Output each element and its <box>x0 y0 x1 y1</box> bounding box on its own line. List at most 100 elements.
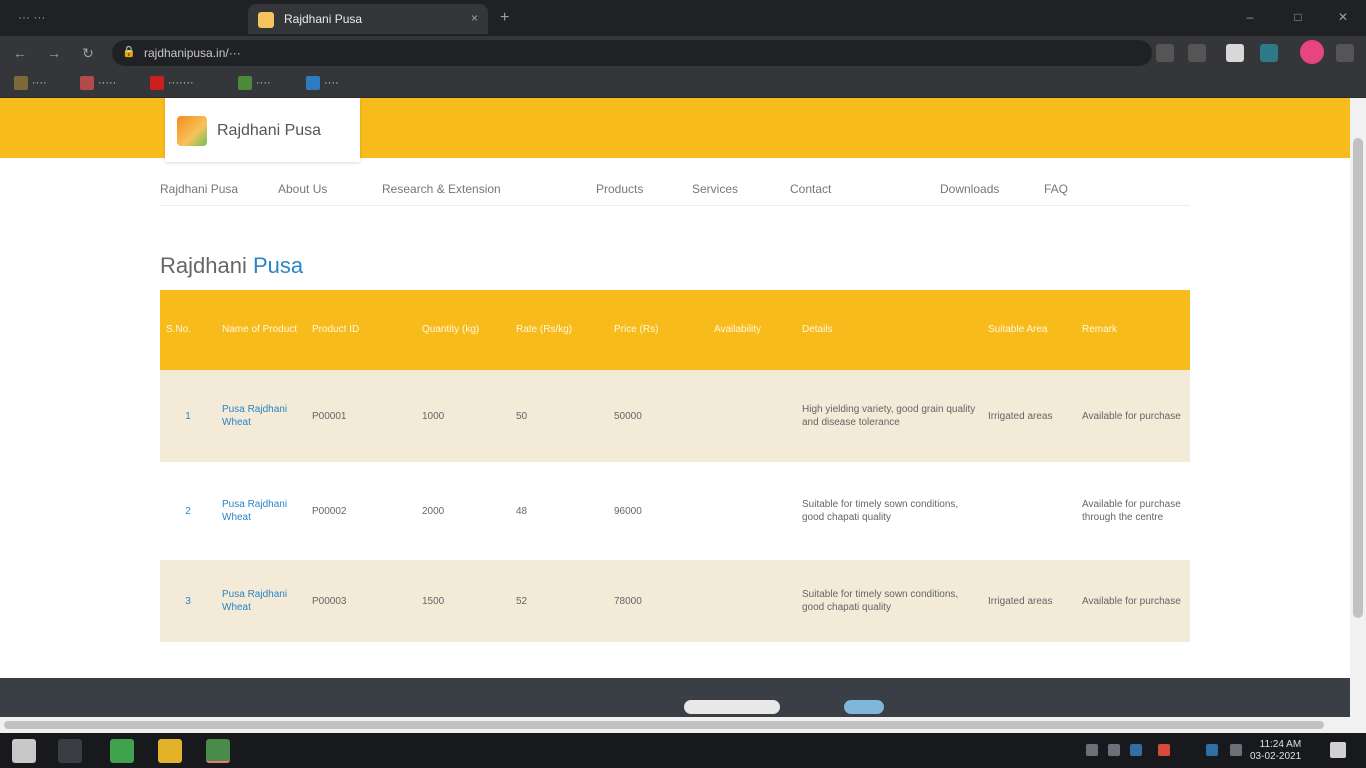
star-icon[interactable] <box>1156 44 1174 62</box>
main-menu: Rajdhani Pusa About Us Research & Extens… <box>160 176 1190 206</box>
clock-date: 03-02-2021 <box>1250 751 1302 762</box>
col-header: Rate (Rs/kg) <box>516 324 573 335</box>
tab-close-icon[interactable]: × <box>471 11 478 25</box>
browser-toolbar: ← → ↻ 🔒 rajdhanipusa.in/··· <box>0 36 1366 70</box>
bookmark-item[interactable]: ···· <box>306 76 339 92</box>
cell-rate: 48 <box>516 505 528 517</box>
cell-availability <box>708 370 796 462</box>
site-footer <box>0 678 1350 718</box>
cell-details: High yielding variety, good grain qualit… <box>802 404 976 428</box>
horizontal-scrollbar[interactable] <box>0 717 1350 733</box>
cell-id: P00002 <box>312 505 347 517</box>
bookmark-item[interactable]: ····· <box>80 76 116 92</box>
cell-remark: Available for purchase through the centr… <box>1082 499 1181 523</box>
menu-item-research[interactable]: Research & Extension <box>382 182 501 196</box>
page-title: Rajdhani Pusa <box>160 253 303 279</box>
cell-availability <box>708 560 796 642</box>
tray-icon[interactable] <box>1130 744 1142 756</box>
cell-name[interactable]: Pusa Rajdhani Wheat <box>216 370 306 462</box>
forward-icon[interactable]: → <box>44 44 64 62</box>
col-header: Name of Product <box>222 324 298 335</box>
menu-item-about[interactable]: About Us <box>278 182 327 196</box>
site-logo[interactable]: Rajdhani Pusa <box>165 98 360 162</box>
window-close-icon[interactable]: ✕ <box>1335 10 1351 24</box>
cell-qty: 1500 <box>422 595 445 607</box>
tab-strip-hint: ··· ··· <box>18 10 46 24</box>
notification-icon[interactable] <box>1330 742 1346 758</box>
col-header: Quantity (kg) <box>422 324 480 335</box>
cell-qty: 2000 <box>422 505 445 517</box>
menu-item-faq[interactable]: FAQ <box>1044 182 1068 196</box>
browser-titlebar: ··· ··· Rajdhani Pusa × + – □ ✕ <box>0 0 1366 36</box>
menu-item-services[interactable]: Services <box>692 182 738 196</box>
menu-item-products[interactable]: Products <box>596 182 643 196</box>
url-text: rajdhanipusa.in/··· <box>144 46 241 60</box>
extension-icon[interactable] <box>1188 44 1206 62</box>
col-header: Details <box>802 324 833 335</box>
cell-name[interactable]: Pusa Rajdhani Wheat <box>216 560 306 642</box>
cell-price: 78000 <box>614 595 642 607</box>
menu-item-contact[interactable]: Contact <box>790 182 831 196</box>
cell-area: Irrigated areas <box>988 410 1053 422</box>
cell-area: Irrigated areas <box>988 595 1053 607</box>
address-bar[interactable]: 🔒 rajdhanipusa.in/··· <box>112 40 1152 66</box>
col-header: Product ID <box>312 324 360 335</box>
volume-icon[interactable] <box>1230 744 1242 756</box>
bookmark-item[interactable]: ···· <box>238 76 271 92</box>
cell-availability <box>708 462 796 560</box>
horizontal-scrollbar-thumb[interactable] <box>4 721 1324 729</box>
menu-icon[interactable] <box>1336 44 1354 62</box>
tray-icon[interactable] <box>1108 744 1120 756</box>
start-icon[interactable] <box>12 739 36 763</box>
cell-sno[interactable]: 3 <box>160 560 216 642</box>
cell-remark: Available for purchase <box>1082 410 1181 422</box>
bookmark-item[interactable]: ······· <box>150 76 194 92</box>
extension-icon-2[interactable] <box>1226 44 1244 62</box>
clock-time: 11:24 AM <box>1259 739 1302 750</box>
page-title-plain: Rajdhani <box>160 253 247 278</box>
favicon-icon <box>258 12 274 28</box>
extension-icon-3[interactable] <box>1260 44 1278 62</box>
reload-icon[interactable]: ↻ <box>78 44 98 62</box>
back-icon[interactable]: ← <box>10 44 30 62</box>
app-icon-chrome[interactable] <box>110 739 134 763</box>
tray-icon[interactable] <box>1158 744 1170 756</box>
menu-item-home[interactable]: Rajdhani Pusa <box>160 182 238 196</box>
cell-sno[interactable]: 1 <box>160 370 216 462</box>
profile-avatar[interactable] <box>1300 40 1324 64</box>
table-row: 2 Pusa Rajdhani Wheat P00002 2000 48 960… <box>160 462 1190 560</box>
cell-sno[interactable]: 2 <box>160 462 216 560</box>
tray-icon[interactable] <box>1206 744 1218 756</box>
cell-id: P00001 <box>312 410 347 422</box>
cell-name[interactable]: Pusa Rajdhani Wheat <box>216 462 306 560</box>
minimize-icon[interactable]: – <box>1242 10 1258 24</box>
vertical-scrollbar-thumb[interactable] <box>1353 138 1363 618</box>
menu-item-downloads[interactable]: Downloads <box>940 182 999 196</box>
taskbar-clock[interactable]: 11:24 AM 03-02-2021 <box>1250 739 1301 763</box>
footer-element <box>684 700 780 714</box>
search-icon[interactable] <box>58 739 82 763</box>
col-header: Price (Rs) <box>614 324 659 335</box>
cell-price: 96000 <box>614 505 642 517</box>
cell-details: Suitable for timely sown conditions, goo… <box>802 499 959 523</box>
table-row: 3 Pusa Rajdhani Wheat P00003 1500 52 780… <box>160 560 1190 642</box>
app-icon-folder[interactable] <box>158 739 182 763</box>
logo-emblem-icon <box>177 116 207 146</box>
vertical-scrollbar[interactable] <box>1350 98 1366 733</box>
tab-active[interactable]: Rajdhani Pusa × <box>248 4 488 34</box>
logo-text: Rajdhani Pusa <box>217 122 322 139</box>
maximize-icon[interactable]: □ <box>1290 10 1306 24</box>
lock-icon: 🔒 <box>122 46 136 58</box>
table-row: 1 Pusa Rajdhani Wheat P00001 1000 50 500… <box>160 370 1190 462</box>
cell-id: P00003 <box>312 595 347 607</box>
app-icon-active[interactable] <box>206 739 230 763</box>
bookmark-item[interactable]: ···· <box>14 76 47 92</box>
tab-title: Rajdhani Pusa <box>284 12 363 26</box>
cell-remark: Available for purchase <box>1082 595 1181 607</box>
col-header: S.No. <box>166 324 192 335</box>
new-tab-icon[interactable]: + <box>500 9 509 27</box>
col-header: Suitable Area <box>988 324 1048 335</box>
cell-area <box>982 462 1076 560</box>
tray-chevron-icon[interactable] <box>1086 744 1098 756</box>
col-header: Remark <box>1082 324 1118 335</box>
